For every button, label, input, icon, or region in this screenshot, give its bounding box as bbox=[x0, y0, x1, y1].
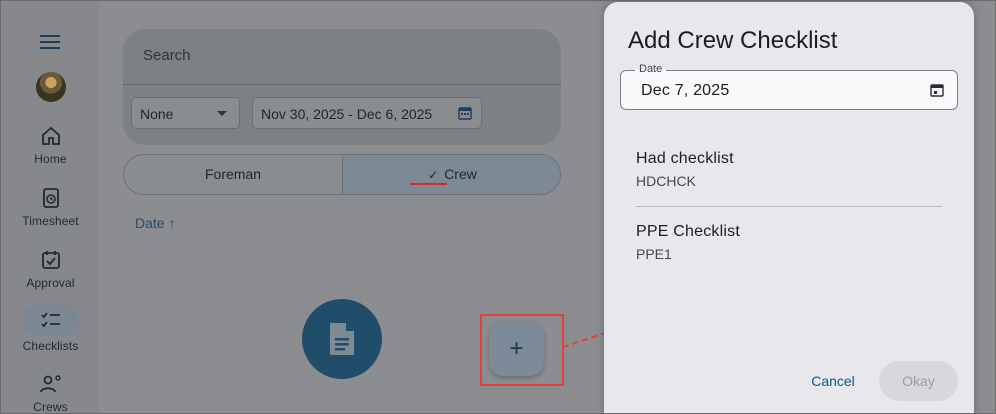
sidebar-item-approval[interactable]: Approval bbox=[2, 248, 99, 290]
filter-select[interactable]: None bbox=[131, 97, 240, 129]
check-icon: ✓ bbox=[428, 168, 439, 182]
checklist-icon bbox=[40, 312, 60, 328]
checklist-name: PPE Checklist bbox=[636, 223, 740, 240]
sidebar-item-timesheet[interactable]: Timesheet bbox=[2, 186, 99, 228]
checklist-code: PPE1 bbox=[636, 246, 672, 262]
date-range-field[interactable]: Nov 30, 2025 - Dec 6, 2025 bbox=[252, 97, 482, 129]
date-field[interactable]: Date Dec 7, 2025 bbox=[620, 63, 958, 110]
divider bbox=[636, 206, 942, 207]
checklist-name: Had checklist bbox=[636, 150, 734, 167]
date-field-value: Dec 7, 2025 bbox=[641, 82, 730, 99]
checklist-code: HDCHCK bbox=[636, 173, 696, 189]
date-range-value: Nov 30, 2025 - Dec 6, 2025 bbox=[261, 106, 433, 122]
add-checklist-dialog: Add Crew Checklist Date Dec 7, 2025 Had … bbox=[604, 2, 974, 413]
app-window: Home Timesheet Approval Checklists Crews… bbox=[0, 0, 996, 414]
add-button[interactable]: + bbox=[489, 321, 544, 376]
calendar-icon[interactable] bbox=[457, 105, 473, 121]
segment-foreman[interactable]: Foreman bbox=[124, 155, 342, 194]
date-field-label: Date bbox=[635, 63, 667, 75]
okay-button[interactable]: Okay bbox=[879, 361, 958, 401]
crews-icon bbox=[39, 375, 61, 393]
calendar-icon[interactable] bbox=[929, 82, 945, 98]
navigation-rail: Home Timesheet Approval Checklists Crews bbox=[2, 2, 99, 414]
sidebar-item-label: Crews bbox=[33, 400, 68, 414]
filter-card: Search None Nov 30, 2025 - Dec 6, 2025 bbox=[123, 29, 561, 145]
segment-crew[interactable]: ✓ Crew bbox=[342, 155, 560, 194]
search-input[interactable]: Search bbox=[143, 47, 191, 64]
document-icon bbox=[330, 323, 354, 355]
sidebar-item-label: Checklists bbox=[22, 339, 79, 353]
annotation-underline bbox=[410, 183, 447, 185]
home-icon bbox=[41, 126, 60, 145]
divider bbox=[123, 84, 561, 85]
list-item[interactable]: Had checklist HDCHCK bbox=[636, 150, 942, 189]
empty-state-icon bbox=[302, 299, 382, 379]
select-value: None bbox=[140, 106, 174, 122]
sidebar-item-label: Approval bbox=[26, 276, 75, 290]
active-indicator bbox=[22, 305, 79, 335]
segmented-control: Foreman ✓ Crew bbox=[123, 154, 561, 195]
sidebar-item-crews[interactable]: Crews bbox=[2, 372, 99, 414]
menu-icon[interactable] bbox=[39, 32, 61, 52]
approval-icon bbox=[41, 251, 60, 269]
sort-date-button[interactable]: Date ↑ bbox=[135, 215, 175, 231]
sidebar-item-checklists[interactable]: Checklists bbox=[2, 305, 99, 353]
segment-crew-label: Crew bbox=[444, 166, 477, 182]
sidebar-item-label: Home bbox=[34, 152, 67, 166]
sidebar-item-label: Timesheet bbox=[22, 214, 79, 228]
list-item[interactable]: PPE Checklist PPE1 bbox=[636, 223, 942, 262]
avatar[interactable] bbox=[36, 72, 66, 102]
dialog-title: Add Crew Checklist bbox=[628, 27, 838, 54]
chevron-down-icon bbox=[217, 111, 227, 116]
sidebar-item-home[interactable]: Home bbox=[2, 124, 99, 166]
timesheet-icon bbox=[42, 188, 59, 208]
cancel-button[interactable]: Cancel bbox=[800, 366, 866, 396]
